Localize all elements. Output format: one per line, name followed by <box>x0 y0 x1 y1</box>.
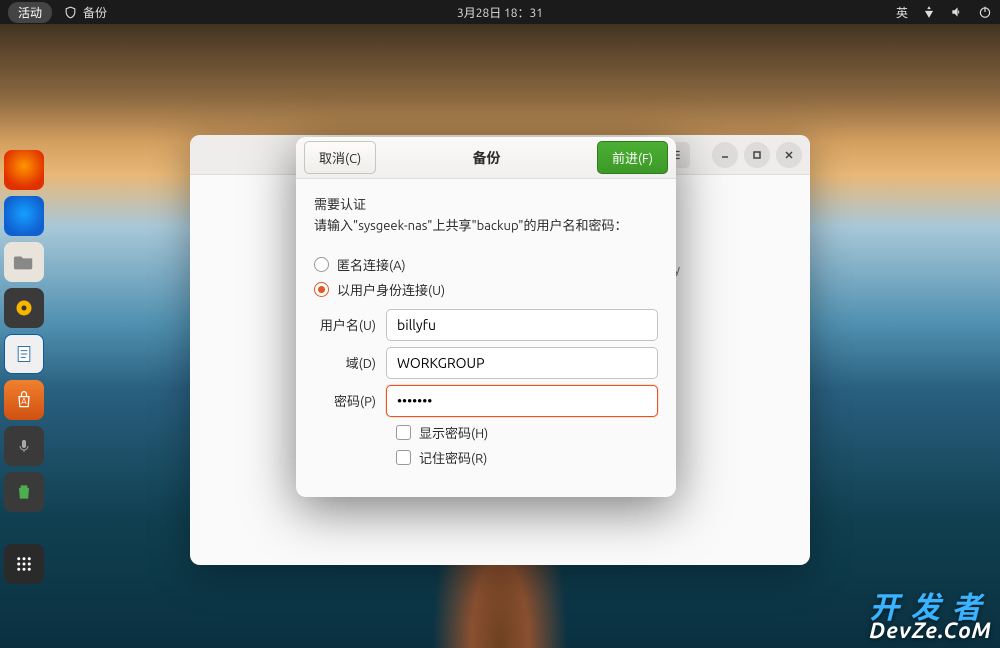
auth-dialog: 取消(C) 备份 前进(F) 需要认证 请输入"sysgeek-nas"上共享"… <box>296 137 676 497</box>
network-icon[interactable] <box>922 5 936 19</box>
bag-icon: A <box>14 390 34 410</box>
power-icon[interactable] <box>978 5 992 19</box>
document-icon <box>14 344 34 364</box>
show-password-check[interactable]: 显示密码(H) <box>396 423 658 442</box>
app-indicator-label: 备份 <box>83 4 107 21</box>
close-button[interactable] <box>776 142 802 168</box>
close-icon <box>784 150 794 160</box>
show-password-label: 显示密码(H) <box>419 423 488 442</box>
dock: A <box>4 150 48 584</box>
radio-icon <box>314 257 329 272</box>
activities-button[interactable]: 活动 <box>8 2 52 23</box>
app-indicator[interactable]: 备份 <box>64 4 107 21</box>
ime-indicator[interactable]: 英 <box>896 4 908 21</box>
dock-ubuntu-software[interactable]: A <box>4 380 44 420</box>
top-bar: 活动 备份 3月28日 18：31 英 <box>0 0 1000 24</box>
dock-help[interactable] <box>4 426 44 466</box>
dock-rhythmbox[interactable] <box>4 288 44 328</box>
maximize-button[interactable] <box>744 142 770 168</box>
remember-password-check[interactable]: 记住密码(R) <box>396 448 658 467</box>
forward-button[interactable]: 前进(F) <box>597 141 668 174</box>
shield-icon <box>64 6 77 19</box>
dialog-title: 备份 <box>473 148 501 168</box>
domain-label: 域(D) <box>314 353 386 372</box>
dock-show-apps[interactable] <box>4 544 44 584</box>
cancel-button[interactable]: 取消(C) <box>304 141 376 174</box>
grid-icon <box>15 555 33 573</box>
microphone-icon <box>16 438 32 454</box>
radio-icon-checked <box>314 282 329 297</box>
password-input[interactable] <box>386 385 658 417</box>
volume-icon[interactable] <box>950 5 964 19</box>
maximize-icon <box>752 150 762 160</box>
minimize-icon <box>720 150 730 160</box>
dock-files[interactable] <box>4 242 44 282</box>
watermark-line1: 开 发 者 <box>869 593 992 622</box>
watermark: 开 发 者 DevZe.CoM <box>869 593 992 642</box>
radio-anonymous-label: 匿名连接(A) <box>337 255 406 274</box>
checkbox-icon <box>396 450 411 465</box>
checkbox-icon <box>396 425 411 440</box>
username-input[interactable] <box>386 309 658 341</box>
radio-user-label: 以用户身份连接(U) <box>337 280 445 299</box>
dialog-header: 取消(C) 备份 前进(F) <box>296 137 676 179</box>
dock-trash[interactable] <box>4 472 44 512</box>
remember-password-label: 记住密码(R) <box>419 448 487 467</box>
auth-prompt-label: 请输入"sysgeek-nas"上共享"backup"的用户名和密码： <box>314 216 658 237</box>
clock[interactable]: 3月28日 18：31 <box>457 4 543 21</box>
password-label: 密码(P) <box>314 391 386 410</box>
watermark-line2: DevZe.CoM <box>869 621 992 642</box>
trash-icon <box>14 482 34 502</box>
dock-libreoffice-writer[interactable] <box>4 334 44 374</box>
svg-text:A: A <box>21 396 27 406</box>
domain-input[interactable] <box>386 347 658 379</box>
dock-thunderbird[interactable] <box>4 196 44 236</box>
radio-anonymous[interactable]: 匿名连接(A) <box>314 255 658 274</box>
auth-required-label: 需要认证 <box>314 195 658 216</box>
radio-user[interactable]: 以用户身份连接(U) <box>314 280 658 299</box>
speaker-icon <box>14 298 34 318</box>
folder-icon <box>13 251 35 273</box>
minimize-button[interactable] <box>712 142 738 168</box>
dock-firefox[interactable] <box>4 150 44 190</box>
username-label: 用户名(U) <box>314 315 386 334</box>
